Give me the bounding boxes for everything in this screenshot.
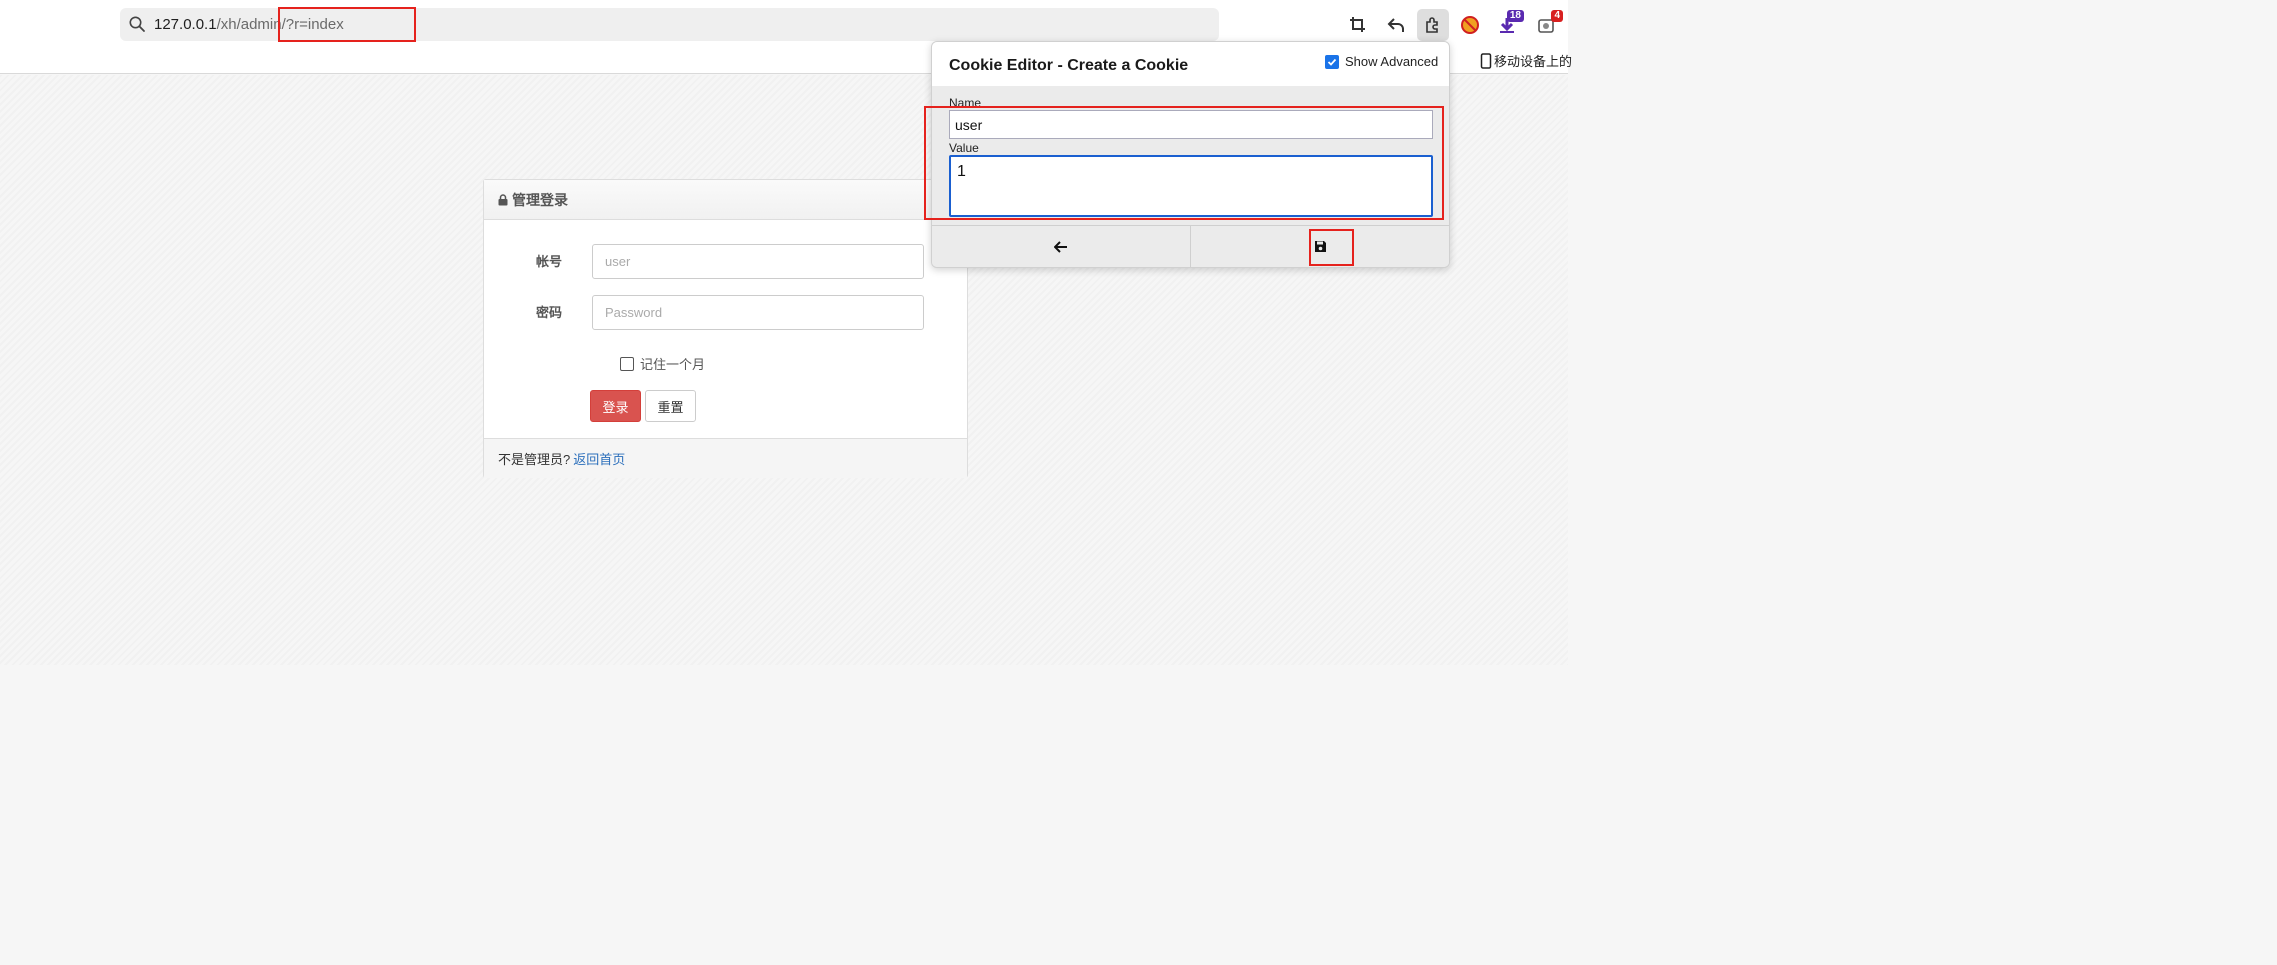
blocker-icon[interactable] (1454, 9, 1486, 41)
remember-label: 记住一个月 (640, 357, 706, 372)
popup-header: Cookie Editor - Create a Cookie Show Adv… (932, 42, 1449, 86)
url-path: /xh/admin/?r=index (216, 16, 344, 33)
cookie-name-input[interactable] (949, 110, 1433, 139)
remember-checkbox[interactable] (620, 356, 634, 371)
footer-text: 不是管理员? (498, 452, 571, 467)
cookie-editor-popup: Cookie Editor - Create a Cookie Show Adv… (931, 41, 1450, 268)
download-badge: 18 (1506, 10, 1524, 22)
check-icon (1327, 58, 1337, 66)
address-bar[interactable]: 127.0.0.1/xh/admin/?r=index (120, 8, 1219, 41)
login-panel: 管理登录 帐号 密码 记住一个月 登录 重置 不是管理员? 返回首页 (483, 179, 968, 478)
back-arrow-icon (1054, 240, 1067, 253)
value-label: Value (949, 141, 979, 155)
password-label: 密码 (536, 305, 563, 320)
username-input[interactable] (592, 244, 924, 279)
password-input[interactable] (592, 295, 924, 330)
show-advanced-label: Show Advanced (1345, 54, 1439, 69)
mobile-link-label: 移动设备上的 (1494, 54, 1573, 69)
save-icon (1314, 241, 1326, 252)
popup-title: Cookie Editor - Create a Cookie (949, 57, 1189, 74)
username-label: 帐号 (536, 254, 563, 269)
extension-badge: 4 (1551, 10, 1563, 22)
undo-icon[interactable] (1380, 9, 1412, 41)
popup-button-bar (932, 225, 1449, 267)
reset-button[interactable]: 重置 (645, 390, 696, 422)
lock-icon (498, 193, 508, 205)
save-button[interactable] (1191, 226, 1449, 267)
panel-header: 管理登录 (484, 180, 967, 220)
extensions-icon[interactable] (1417, 9, 1449, 41)
remember-me-row[interactable]: 记住一个月 (620, 354, 705, 373)
back-home-link[interactable]: 返回首页 (573, 449, 625, 468)
crop-icon[interactable] (1342, 9, 1374, 41)
show-advanced-toggle[interactable]: Show Advanced (1325, 54, 1438, 69)
panel-footer: 不是管理员? 返回首页 (484, 438, 967, 478)
url-host: 127.0.0.1 (154, 16, 217, 33)
search-icon (129, 16, 145, 32)
name-label: Name (949, 96, 982, 110)
download-icon[interactable]: 18 (1491, 9, 1524, 41)
show-advanced-checkbox[interactable] (1325, 54, 1339, 69)
url-text[interactable]: 127.0.0.1/xh/admin/?r=index (154, 16, 344, 34)
login-button[interactable]: 登录 (590, 390, 641, 422)
badge-extension-icon[interactable]: 4 (1530, 9, 1563, 41)
phone-icon (1480, 52, 1492, 69)
back-button[interactable] (932, 226, 1191, 267)
mobile-bookmarks-link[interactable]: 移动设备上的 (1480, 51, 1572, 70)
panel-title: 管理登录 (512, 191, 568, 208)
cookie-value-input[interactable]: 1 (949, 155, 1433, 217)
